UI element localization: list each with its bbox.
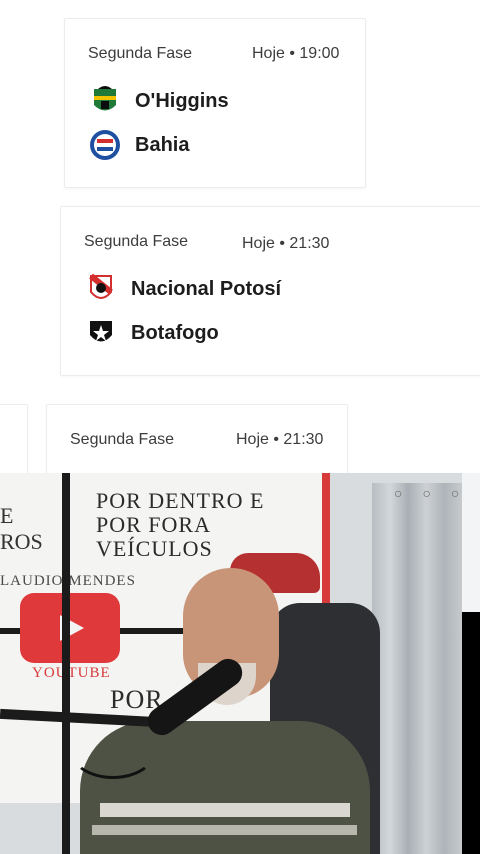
team-row-away: Bahia (89, 129, 189, 161)
botafogo-crest-icon (90, 321, 112, 342)
nacional-potosi-crest-icon (89, 273, 113, 299)
match-phase: Segunda Fase (88, 45, 193, 62)
match-time: Hoje • 19:00 (252, 45, 340, 62)
video-side-panel (462, 473, 480, 612)
team-name: Bahia (135, 133, 190, 156)
match-time: Hoje • 21:30 (242, 235, 330, 252)
team-row-away: Botafogo (85, 317, 219, 349)
match-phase: Segunda Fase (70, 431, 175, 448)
curtain (372, 483, 462, 854)
bahia-crest-icon (90, 130, 120, 160)
match-time: Hoje • 21:30 (236, 431, 324, 448)
ohiggins-crest-icon (94, 86, 116, 111)
shirt-stripe (92, 825, 357, 835)
shirt-stripe (100, 803, 350, 817)
team-row-home: O'Higgins (89, 85, 229, 117)
match-card[interactable]: Segunda Fase Hoje • 19:00 O'Higgins Bahi… (64, 18, 366, 188)
team-row-home: Nacional Potosí (85, 273, 281, 305)
match-phase: Segunda Fase (84, 233, 189, 250)
youtube-logo-icon (20, 593, 120, 663)
banner-left-text: E ROS (0, 503, 43, 554)
team-name: Botafogo (131, 321, 219, 344)
curtain-rings: ○○○ (394, 485, 459, 501)
banner-title: POR DENTRO E POR FORA VEÍCULOS (96, 488, 265, 561)
banner-pole-vertical (62, 473, 70, 854)
mic-cable (70, 723, 156, 779)
team-name: Nacional Potosí (131, 277, 282, 300)
match-card[interactable]: Segunda Fase Hoje • 21:30 Nacional Potos… (60, 206, 480, 376)
webcam-video[interactable]: E ROS POR DENTRO E POR FORA VEÍCULOS LAU… (0, 473, 462, 854)
video-side-bar (462, 612, 480, 854)
team-name: O'Higgins (135, 89, 229, 112)
youtube-label: YOUTUBE (32, 665, 111, 681)
